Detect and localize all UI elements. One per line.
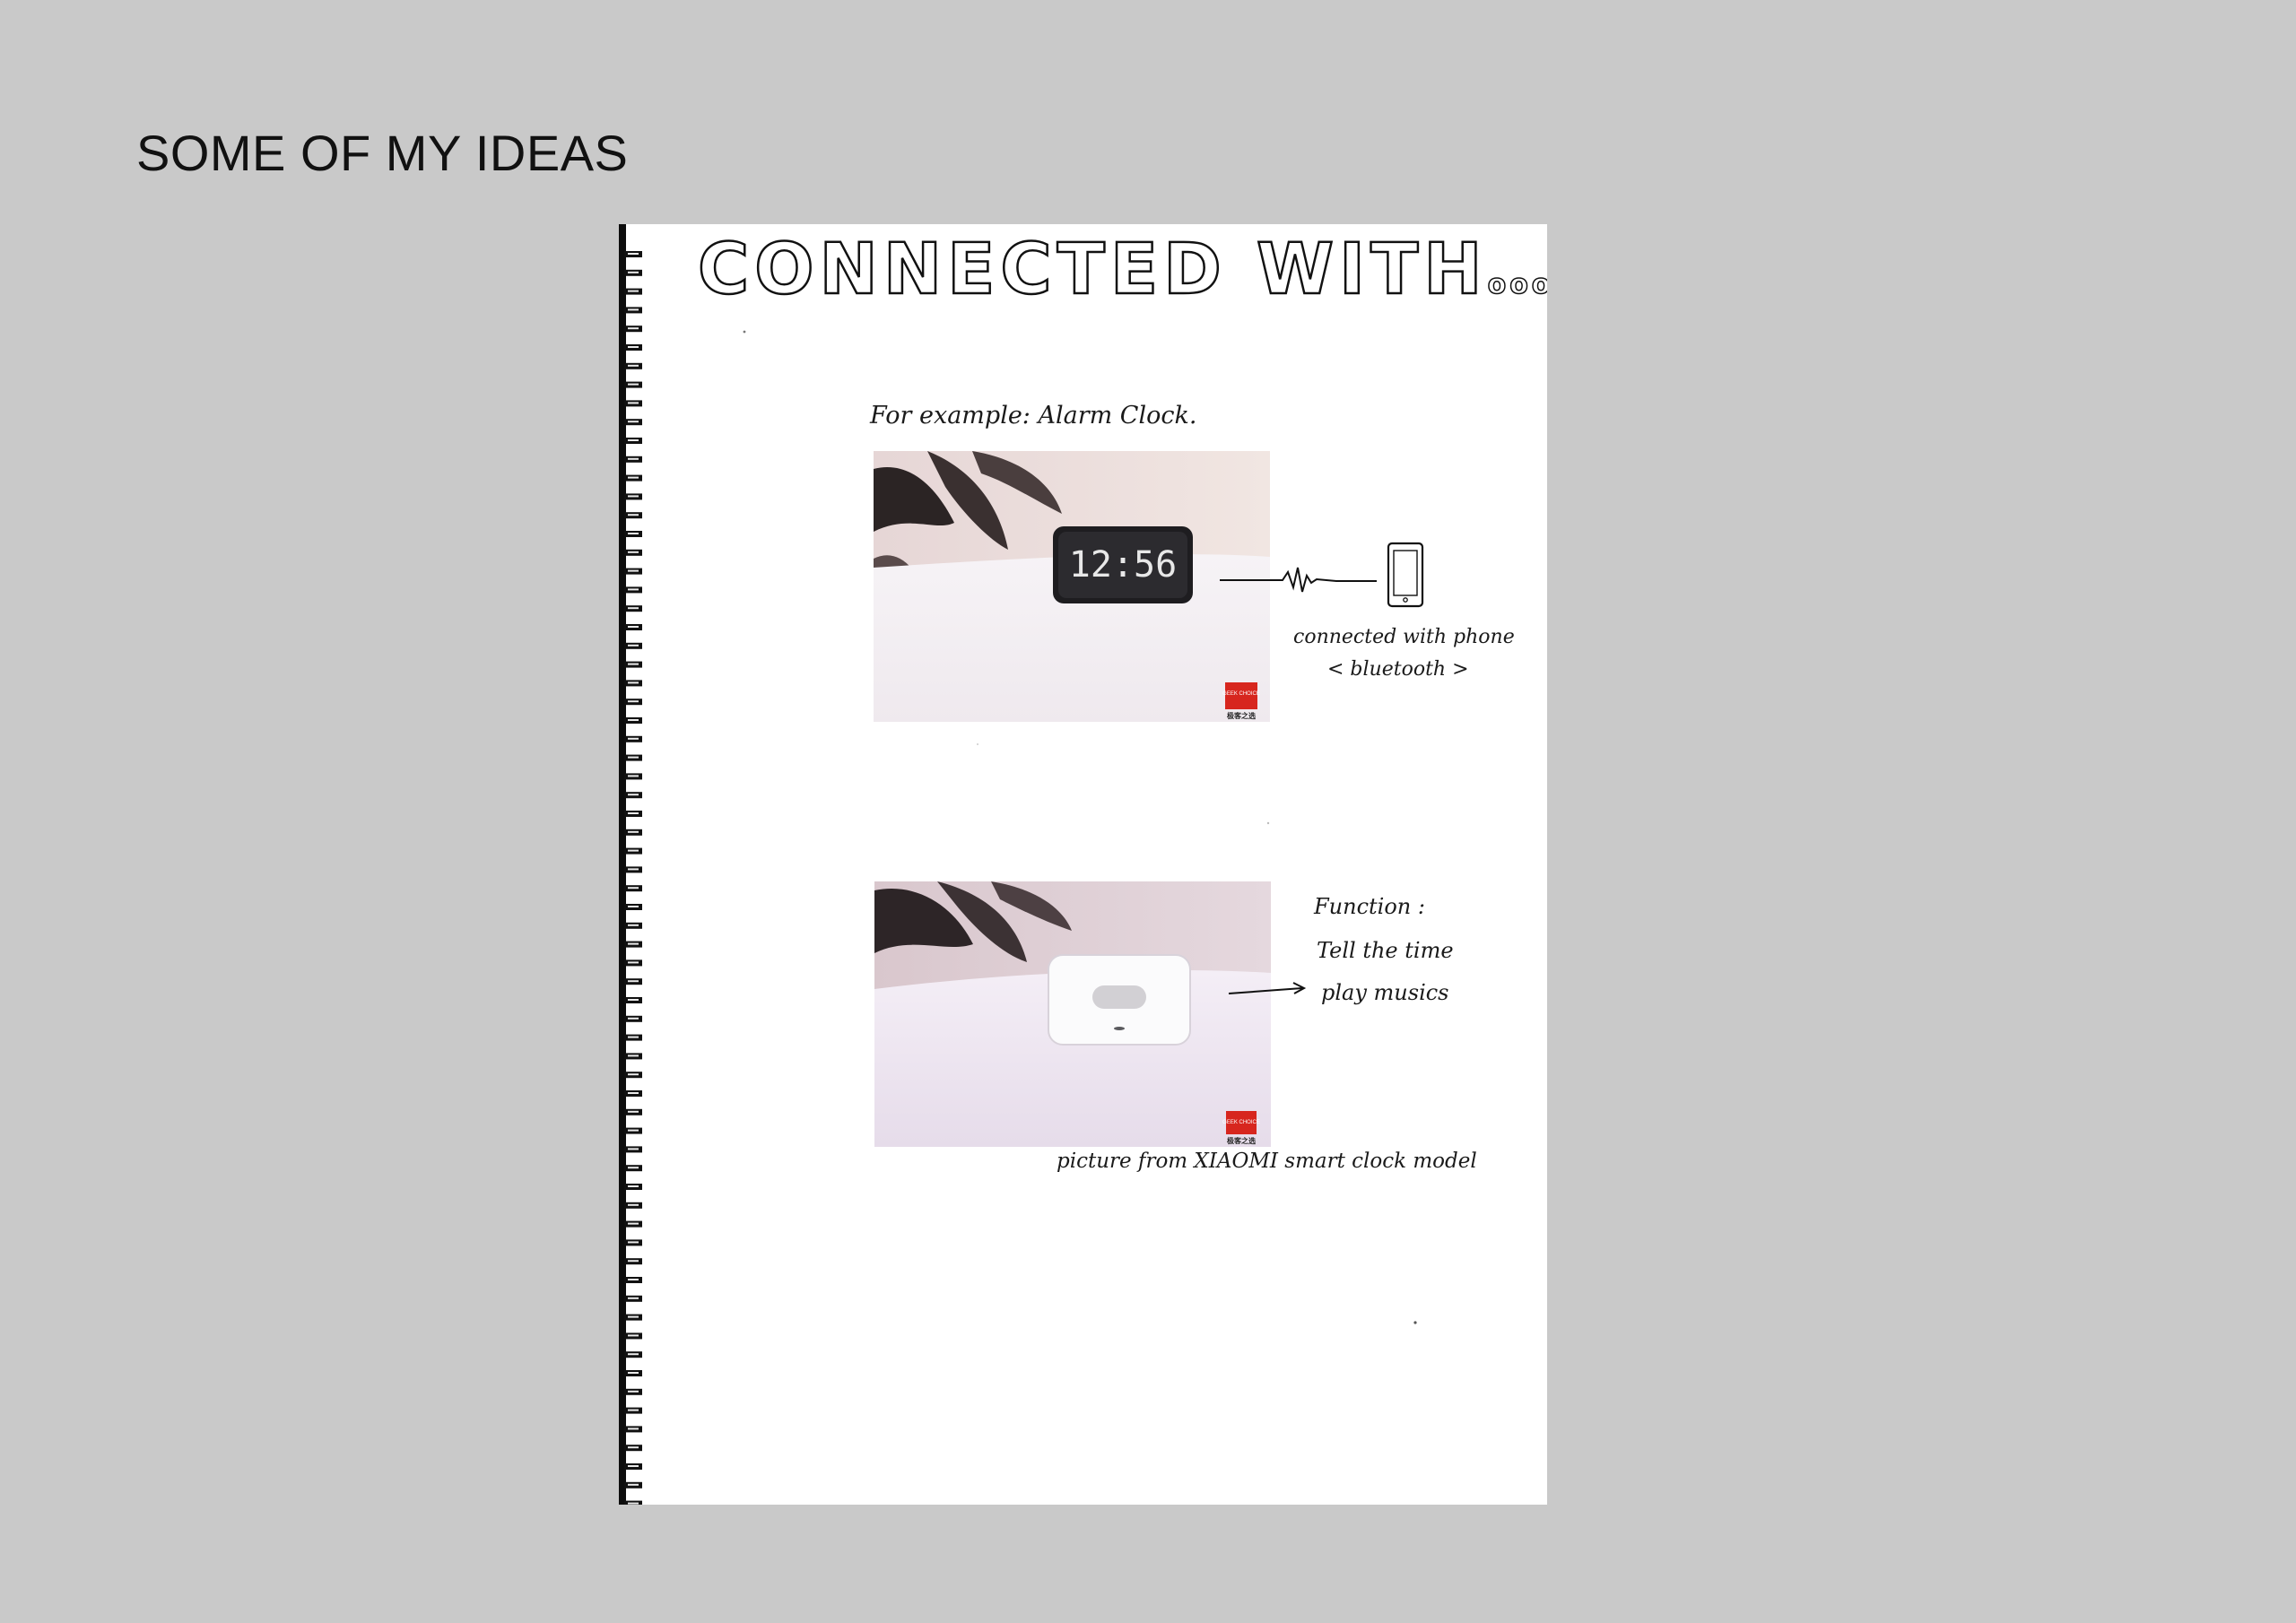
spiral-ring-highlight — [628, 1428, 639, 1430]
spiral-ring-highlight — [628, 1167, 639, 1169]
spiral-ring-highlight — [628, 1129, 639, 1132]
alarm-clock-photo-art: 12:56 GEEK CHOICE 极客之选 — [874, 451, 1270, 722]
spiral-ring-highlight — [628, 514, 639, 516]
spiral-ring-highlight — [628, 1315, 639, 1318]
spiral-ring-highlight — [628, 495, 639, 498]
spiral-ring-highlight — [628, 1483, 639, 1486]
spiral-ring-highlight — [628, 271, 639, 273]
badge-caption-1: 极客之选 — [1227, 711, 1256, 720]
page-heading-ellipsis: ooo — [1487, 268, 1547, 301]
spiral-ring-highlight — [628, 1241, 639, 1244]
spiral-ring-highlight — [628, 421, 639, 423]
spiral-ring-highlight — [628, 906, 639, 907]
spiral-ring-highlight — [628, 253, 639, 255]
spiral-ring-highlight — [628, 1279, 639, 1280]
spiral-ring-highlight — [628, 607, 639, 610]
spiral-ring-highlight — [628, 327, 639, 330]
spiral-ring-highlight — [628, 364, 639, 367]
example-label: For example: Alarm Clock. — [870, 402, 1197, 430]
spiral-ring-highlight — [628, 1390, 639, 1393]
spiral-ring-highlight — [628, 1409, 639, 1411]
spiral-ring-highlight — [628, 794, 639, 796]
badge-logo-1: GEEK CHOICE — [1222, 691, 1260, 697]
spiral-ring-highlight — [628, 1203, 639, 1206]
spiral-ring-highlight — [628, 663, 639, 665]
connection-note: connected with phone — [1293, 626, 1515, 648]
spiral-ring-highlight — [628, 1446, 639, 1449]
spiral-ring-highlight — [628, 1222, 639, 1225]
spiral-ring-highlight — [628, 1502, 639, 1505]
spiral-ring-highlight — [628, 626, 639, 628]
spiral-ring-highlight — [628, 1148, 639, 1150]
spiral-ring-highlight — [628, 1110, 639, 1113]
spiral-ring-highlight — [628, 1465, 639, 1467]
spiral-ring-highlight — [628, 924, 639, 926]
spiral-ring-highlight — [628, 569, 639, 572]
spiral-ring-highlight — [628, 290, 639, 292]
badge-logo-2: GEEK CHOICE — [1222, 1120, 1260, 1125]
spiral-ring-highlight — [628, 644, 639, 647]
spiral-ring-highlight — [628, 1334, 639, 1337]
function-title: Function : — [1314, 894, 1425, 919]
spiral-ring-highlight — [628, 1353, 639, 1356]
spiral-ring-highlight — [628, 737, 639, 740]
spiral-ring-highlight — [628, 700, 639, 703]
spiral-ring-highlight — [628, 756, 639, 759]
spiral-ring-highlight — [628, 457, 639, 460]
slide-title: SOME OF MY IDEAS — [136, 125, 629, 181]
spiral-ring-highlight — [628, 999, 639, 1001]
spiral-ring-highlight — [628, 681, 639, 684]
spiral-ring-highlight — [628, 1260, 639, 1263]
badge-caption-2: 极客之选 — [1227, 1136, 1256, 1145]
spiral-ring-highlight — [628, 1055, 639, 1057]
spiral-ring-highlight — [628, 980, 639, 983]
function-item-2: play musics — [1321, 980, 1449, 1005]
spiral-ring-highlight — [628, 588, 639, 591]
spiral-ring-highlight — [628, 1297, 639, 1299]
page-heading: CONNECTED WITHooo — [697, 229, 1547, 312]
slide-canvas: SOME OF MY IDEAS CONNECTED WITHooo For e… — [0, 0, 2296, 1623]
spiral-ring-highlight — [628, 830, 639, 833]
spiral-ring-highlight — [628, 308, 639, 311]
phone-sketch-icon — [1387, 542, 1424, 608]
spiral-ring-highlight — [628, 476, 639, 479]
spiral-ring-highlight — [628, 942, 639, 945]
page-heading-text: CONNECTED WITH — [697, 229, 1488, 312]
spiral-ring-highlight — [628, 849, 639, 852]
spiral-ring-highlight — [628, 533, 639, 534]
spiral-ring-highlight — [628, 439, 639, 441]
spiral-ring-highlight — [628, 1073, 639, 1076]
spiral-ring-highlight — [628, 1036, 639, 1038]
spiral-ring-highlight — [628, 887, 639, 890]
sketchbook-page: CONNECTED WITHooo For example: Alarm Clo… — [619, 224, 1547, 1505]
function-item-1: Tell the time — [1317, 938, 1454, 963]
spiral-binding — [619, 224, 642, 1505]
spiral-ring-highlight — [628, 812, 639, 814]
spiral-ring-highlight — [628, 1185, 639, 1187]
alarm-clock-photo: 12:56 GEEK CHOICE 极客之选 — [874, 451, 1270, 722]
clock-display-text: 12:56 — [1069, 544, 1177, 586]
spiral-ring-highlight — [628, 868, 639, 871]
spiral-ring-highlight — [628, 346, 639, 348]
spiral-ring-highlight — [628, 1017, 639, 1020]
bluetooth-note: < bluetooth > — [1327, 658, 1469, 681]
smart-clock-photo: GEEK CHOICE 极客之选 — [874, 881, 1271, 1147]
smart-clock-photo-art: GEEK CHOICE 极客之选 — [874, 881, 1271, 1147]
spiral-ring-highlight — [628, 402, 639, 404]
spiral-ring-highlight — [628, 551, 639, 553]
spiral-ring-highlight — [628, 1372, 639, 1374]
spiral-ring-highlight — [628, 775, 639, 777]
spiral-ring-highlight — [628, 383, 639, 386]
spiral-ring-highlight — [628, 719, 639, 721]
photo-credit: picture from XIAOMI smart clock model — [1057, 1150, 1477, 1173]
spiral-ring-highlight — [628, 1092, 639, 1094]
spiral-ring-highlight — [628, 961, 639, 964]
